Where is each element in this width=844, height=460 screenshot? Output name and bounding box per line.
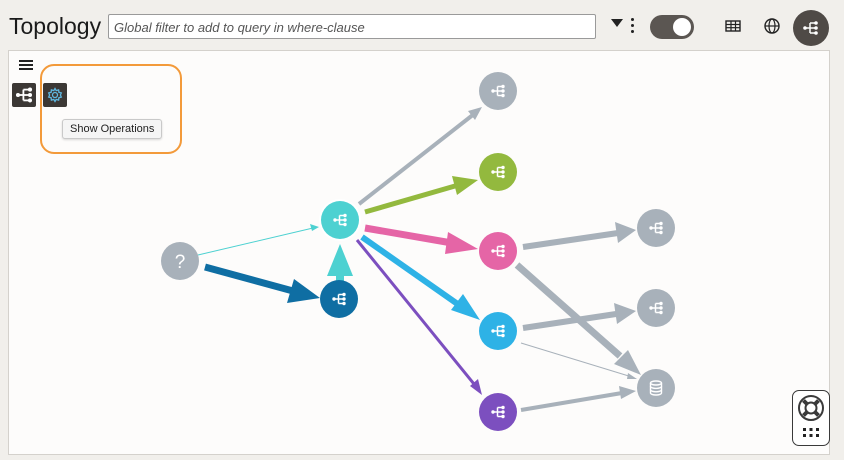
node-database[interactable] xyxy=(637,369,675,407)
service-icon xyxy=(15,86,33,104)
edge-navy-to-central[interactable] xyxy=(327,244,353,281)
lifebuoy-icon xyxy=(798,395,824,421)
question-icon: ? xyxy=(175,252,186,273)
node-green-service[interactable] xyxy=(479,153,517,191)
node-navy-service[interactable] xyxy=(320,280,358,318)
edge-unknown-to-navy[interactable] xyxy=(204,263,320,303)
edge-central-to-purple[interactable] xyxy=(355,239,482,395)
node-gray-top-service[interactable] xyxy=(479,72,517,110)
node-unknown[interactable]: ? xyxy=(161,242,199,280)
hamburger-icon[interactable] xyxy=(19,60,33,72)
show-topology-button[interactable] xyxy=(12,83,36,107)
edge-central-to-green[interactable] xyxy=(364,176,478,215)
node-central-service[interactable] xyxy=(319,199,361,241)
show-operations-tooltip: Show Operations xyxy=(62,119,163,139)
node-pink-service[interactable] xyxy=(479,232,517,270)
edge-purple-to-database[interactable] xyxy=(520,386,636,412)
node-gray-right-1-service[interactable] xyxy=(637,209,675,247)
node-cyan-service[interactable] xyxy=(479,312,517,350)
node-purple-service[interactable] xyxy=(479,393,517,431)
node-gray-right-2-service[interactable] xyxy=(637,289,675,327)
grid-icon xyxy=(803,428,819,437)
edge-unknown-to-central[interactable] xyxy=(197,224,319,256)
operations-highlight-box xyxy=(40,64,182,154)
edge-pink-to-gray-right-1[interactable] xyxy=(522,222,636,250)
help-widget[interactable] xyxy=(792,390,830,446)
